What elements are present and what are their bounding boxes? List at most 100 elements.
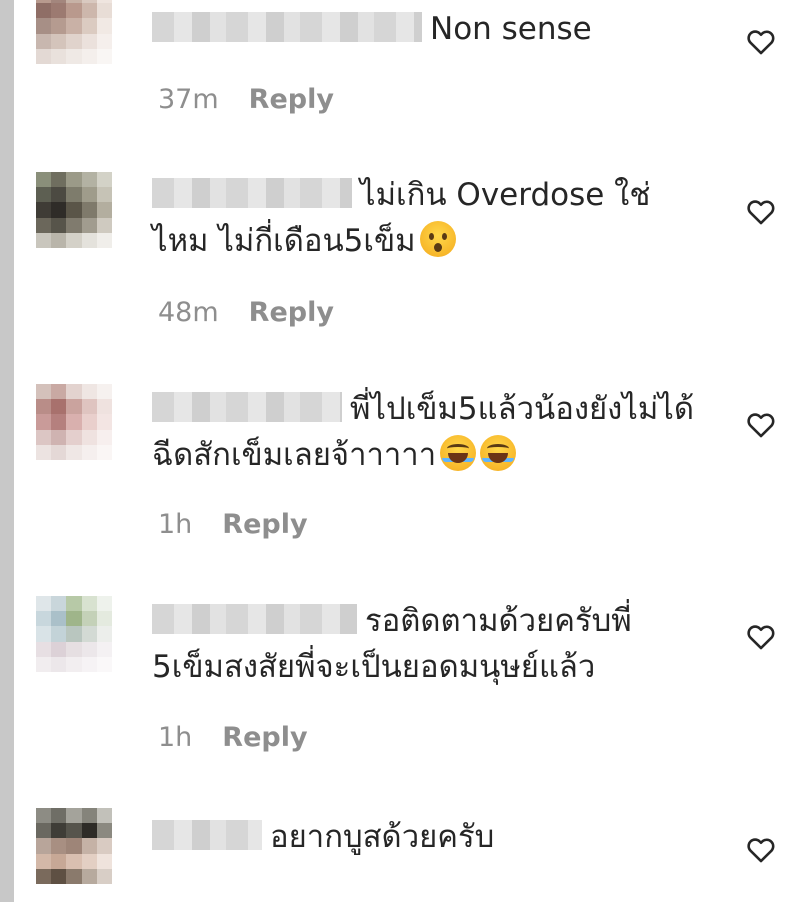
avatar-pixel xyxy=(96,444,112,460)
avatar-pixel xyxy=(96,172,112,188)
comment-text-line1: Non sense xyxy=(430,11,592,47)
avatar-pixel xyxy=(66,3,82,19)
avatar-pixel xyxy=(51,626,67,642)
avatar-pixel xyxy=(51,399,67,415)
avatar-pixel xyxy=(81,444,97,460)
reply-button[interactable]: Reply xyxy=(222,722,307,753)
avatar-pixel xyxy=(96,838,112,854)
username-blurred[interactable] xyxy=(152,604,357,634)
avatar-pixel xyxy=(81,641,97,657)
avatar-pixel xyxy=(66,823,82,839)
avatar-pixel xyxy=(96,823,112,839)
reply-button[interactable]: Reply xyxy=(222,509,307,540)
comment-time: 1h xyxy=(158,722,193,753)
avatar-pixel xyxy=(66,838,82,854)
avatar-pixel xyxy=(51,596,67,612)
comment-text: อยากบูสด้วยครับ xyxy=(152,814,700,860)
avatar-pixel xyxy=(96,202,112,218)
avatar[interactable] xyxy=(36,596,112,672)
avatar-pixel xyxy=(96,414,112,430)
avatar-pixel xyxy=(51,656,67,672)
avatar-pixel xyxy=(81,429,97,445)
username-blurred[interactable] xyxy=(152,12,422,42)
username-blurred[interactable] xyxy=(152,178,352,208)
avatar[interactable] xyxy=(36,0,112,64)
avatar-pixel xyxy=(51,868,67,884)
avatar[interactable] xyxy=(36,172,112,248)
avatar-pixel xyxy=(51,187,67,203)
avatar-pixel xyxy=(51,217,67,233)
avatar-pixel xyxy=(36,232,52,248)
avatar-pixel xyxy=(96,596,112,612)
heart-icon[interactable] xyxy=(744,832,778,866)
avatar-pixel xyxy=(66,414,82,430)
avatar-pixel xyxy=(36,868,52,884)
avatar-pixel xyxy=(96,187,112,203)
avatar-pixel xyxy=(81,868,97,884)
avatar-pixel xyxy=(66,868,82,884)
avatar-pixel xyxy=(36,838,52,854)
avatar-pixel xyxy=(66,18,82,34)
heart-icon[interactable] xyxy=(744,619,778,653)
username-blurred[interactable] xyxy=(152,820,262,850)
avatar[interactable] xyxy=(36,384,112,460)
avatar-pixel xyxy=(51,808,67,824)
avatar-pixel xyxy=(51,641,67,657)
avatar-pixel xyxy=(81,384,97,400)
avatar-pixel xyxy=(96,641,112,657)
comment-text: พี่ไปเข็ม5แล้วน้องยังไม่ได้ ฉีดสักเข็มเล… xyxy=(152,386,700,478)
avatar-pixel xyxy=(36,823,52,839)
avatar-pixel xyxy=(81,187,97,203)
reply-button[interactable]: Reply xyxy=(249,297,334,328)
comment-text: ไม่เกิน Overdose ใช่ ไหม ไม่กี่เดือน5เข็… xyxy=(152,172,700,264)
avatar-pixel xyxy=(96,384,112,400)
avatar-pixel xyxy=(66,611,82,627)
avatar-pixel xyxy=(36,429,52,445)
avatar-pixel xyxy=(66,641,82,657)
avatar-pixel xyxy=(96,611,112,627)
heart-icon[interactable] xyxy=(744,24,778,58)
avatar-pixel xyxy=(81,656,97,672)
avatar-pixel xyxy=(36,596,52,612)
avatar-pixel xyxy=(66,853,82,869)
avatar-pixel xyxy=(66,217,82,233)
avatar-pixel xyxy=(96,3,112,19)
avatar-pixel xyxy=(36,384,52,400)
avatar-pixel xyxy=(51,853,67,869)
avatar-pixel xyxy=(66,626,82,642)
heart-icon[interactable] xyxy=(744,194,778,228)
avatar-pixel xyxy=(36,33,52,49)
avatar-pixel xyxy=(96,808,112,824)
avatar-pixel xyxy=(81,838,97,854)
avatar-pixel xyxy=(51,414,67,430)
avatar-pixel xyxy=(51,3,67,19)
avatar-pixel xyxy=(81,217,97,233)
avatar-pixel xyxy=(66,656,82,672)
reply-button[interactable]: Reply xyxy=(249,84,334,115)
avatar-pixel xyxy=(36,187,52,203)
comment-meta: 37m Reply xyxy=(158,83,334,117)
avatar-pixel xyxy=(96,868,112,884)
username-blurred[interactable] xyxy=(152,392,342,422)
avatar-pixel xyxy=(36,414,52,430)
avatar-pixel xyxy=(96,656,112,672)
comment-meta: 1h Reply xyxy=(158,721,308,755)
avatar-pixel xyxy=(66,429,82,445)
comment-text: Non sense xyxy=(152,6,700,52)
avatar-pixel xyxy=(81,596,97,612)
avatar-pixel xyxy=(66,48,82,64)
avatar-pixel xyxy=(51,384,67,400)
heart-icon[interactable] xyxy=(744,407,778,441)
avatar-pixel xyxy=(36,444,52,460)
comment-text-line2: ไหม ไม่กี่เดือน5เข็ม xyxy=(152,223,416,259)
comment-meta: 48m Reply xyxy=(158,296,334,330)
avatar-pixel xyxy=(51,33,67,49)
avatar-pixel xyxy=(81,611,97,627)
avatar-pixel xyxy=(66,172,82,188)
thread-line xyxy=(0,0,14,902)
avatar-pixel xyxy=(36,48,52,64)
avatar-pixel xyxy=(96,853,112,869)
avatar[interactable] xyxy=(36,808,112,884)
avatar-pixel xyxy=(51,172,67,188)
avatar-pixel xyxy=(36,3,52,19)
